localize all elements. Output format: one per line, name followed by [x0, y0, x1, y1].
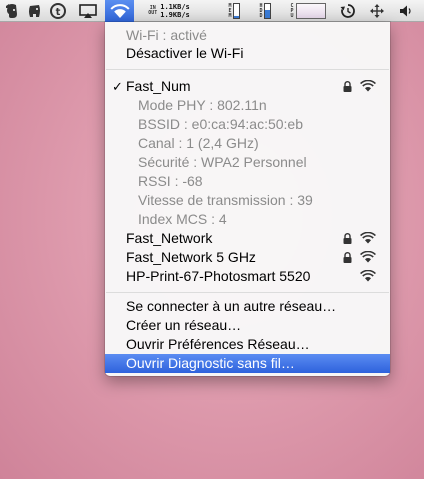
evernote-icon[interactable]	[2, 0, 22, 22]
join-other-network-label: Se connecter à un autre réseau…	[126, 298, 337, 314]
network-detail-row: BSSID : e0:ca:94:ac:50:eb	[105, 115, 390, 134]
open-network-preferences-menu-item[interactable]: Ouvrir Préférences Réseau…	[105, 335, 390, 354]
disk-bar-fill	[264, 10, 270, 18]
detail-mcs-index: Index MCS : 4	[138, 211, 227, 227]
detail-rssi: RSSI : -68	[138, 173, 203, 189]
move-icon[interactable]	[366, 0, 388, 22]
open-wireless-diagnostics-label: Ouvrir Diagnostic sans fil…	[126, 355, 295, 371]
detail-security: Sécurité : WPA2 Personnel	[138, 154, 307, 170]
create-network-label: Créer un réseau…	[126, 317, 242, 333]
current-network-name: Fast_Num	[126, 78, 191, 94]
wifi-signal-icon	[360, 270, 376, 282]
network-detail-row: Vitesse de transmission : 39	[105, 191, 390, 210]
menu-bar: t IN OUT 1.1KB/s 1.9KB/s MEM H D D C P U	[0, 0, 424, 22]
disable-wifi-menu-item[interactable]: Désactiver le Wi-Fi	[105, 44, 390, 63]
menu-separator	[106, 292, 389, 293]
network-name: Fast_Network 5 GHz	[126, 249, 256, 265]
svg-text:t: t	[56, 7, 61, 18]
network-name: Fast_Network	[126, 230, 213, 246]
network-item[interactable]: Fast_Network 5 GHz	[105, 248, 390, 267]
hdd-label: HDD	[259, 2, 263, 19]
cpu-label: CPU	[290, 2, 294, 19]
download-rate: 1.9KB/s	[160, 11, 190, 19]
sync-icon[interactable]	[336, 0, 360, 22]
timemachine-icon[interactable]: t	[47, 0, 69, 22]
detail-tx-rate: Vitesse de transmission : 39	[138, 192, 313, 208]
lock-icon	[343, 252, 352, 263]
network-direction-labels: IN OUT	[148, 6, 157, 16]
volume-icon[interactable]	[395, 0, 417, 22]
open-wireless-diagnostics-menu-item[interactable]: Ouvrir Diagnostic sans fil…	[105, 354, 390, 373]
mem-label: MEM	[228, 2, 232, 19]
network-out-label: OUT	[148, 10, 158, 16]
elephant-icon[interactable]	[24, 0, 44, 22]
upload-rate: 1.1KB/s	[160, 3, 190, 11]
lock-icon	[343, 81, 352, 92]
memory-icon[interactable]: MEM	[225, 0, 243, 22]
network-detail-row: Canal : 1 (2,4 GHz)	[105, 134, 390, 153]
wifi-icon[interactable]	[105, 0, 134, 22]
network-detail-row: Index MCS : 4	[105, 210, 390, 229]
wifi-signal-icon	[360, 251, 376, 263]
wifi-signal-icon	[360, 80, 376, 92]
wifi-signal-icon	[360, 232, 376, 244]
join-other-network-menu-item[interactable]: Se connecter à un autre réseau…	[105, 297, 390, 316]
wifi-status: Wi-Fi : activé	[105, 26, 390, 45]
detail-bssid: BSSID : e0:ca:94:ac:50:eb	[138, 116, 303, 132]
disk-icon[interactable]: HDD	[256, 0, 274, 22]
cpu-graph	[295, 3, 326, 19]
network-detail-row: Sécurité : WPA2 Personnel	[105, 153, 390, 172]
memory-bar-fill	[233, 16, 239, 18]
airplay-icon[interactable]	[76, 0, 100, 22]
detail-phy-mode: Mode PHY : 802.11n	[138, 97, 267, 113]
lock-icon	[343, 233, 352, 244]
network-item[interactable]: HP-Print-67-Photosmart 5520	[105, 267, 390, 286]
memory-bar	[232, 3, 240, 19]
disable-wifi-label: Désactiver le Wi-Fi	[126, 45, 244, 61]
network-item[interactable]: Fast_Network	[105, 229, 390, 248]
open-network-preferences-label: Ouvrir Préférences Réseau…	[126, 336, 310, 352]
disk-bar	[263, 3, 271, 19]
create-network-menu-item[interactable]: Créer un réseau…	[105, 316, 390, 335]
wifi-status-label: Wi-Fi : activé	[126, 27, 207, 43]
wifi-dropdown-menu: Wi-Fi : activé Désactiver le Wi-Fi ✓ Fas…	[105, 22, 390, 376]
network-item-current[interactable]: ✓ Fast_Num	[105, 77, 390, 96]
network-detail-row: Mode PHY : 802.11n	[105, 96, 390, 115]
detail-channel: Canal : 1 (2,4 GHz)	[138, 135, 259, 151]
network-detail-row: RSSI : -68	[105, 172, 390, 191]
network-name: HP-Print-67-Photosmart 5520	[126, 268, 311, 284]
menu-separator	[106, 69, 389, 70]
cpu-icon[interactable]: CPU	[285, 0, 331, 22]
network-activity-icon[interactable]: IN OUT 1.1KB/s 1.9KB/s	[137, 0, 201, 22]
checkmark-icon: ✓	[112, 79, 123, 94]
